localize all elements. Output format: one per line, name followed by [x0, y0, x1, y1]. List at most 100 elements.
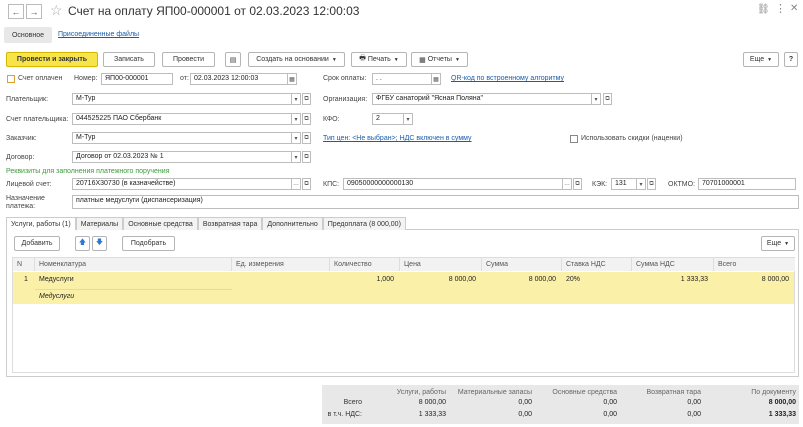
payer-account-open-button[interactable]: ⧉ [302, 113, 311, 125]
link-icon[interactable]: ⛓ [757, 4, 770, 15]
requisites-title: Реквизиты для заполнения платежного пору… [6, 168, 170, 175]
date-field[interactable]: 02.03.2023 12:00:03 [190, 73, 288, 85]
document-list-button[interactable]: ▤ [225, 52, 241, 67]
row-vat-sum[interactable]: 1 333,33 [632, 276, 708, 283]
row-vat-rate[interactable]: 20% [566, 276, 580, 283]
move-up-button[interactable]: 🡅 [75, 236, 90, 251]
col-vat-rate[interactable]: Ставка НДС [562, 258, 632, 271]
totals-total-document: 8 000,00 [768, 399, 796, 406]
payer-field[interactable]: М-Тур [72, 93, 292, 105]
customer-dropdown[interactable]: ▾ [292, 132, 301, 144]
discount-label: Использовать скидки (наценки) [581, 135, 683, 142]
price-type-link[interactable]: Тип цен: <Не выбран>; НДС включен в сумм… [323, 135, 472, 142]
row-number: 1 [24, 276, 28, 283]
reports-button[interactable]: ▦ Отчеты ▼ [411, 52, 468, 67]
col-unit[interactable]: Ед. измерения [232, 258, 330, 271]
table-more-button[interactable]: Еще ▼ [761, 236, 795, 251]
select-items-button[interactable]: Подобрать [122, 236, 175, 251]
print-button[interactable]: 🖶 Печать ▼ [351, 52, 407, 67]
row-quantity[interactable]: 1,000 [330, 276, 394, 283]
kek-field[interactable]: 131 [611, 178, 637, 190]
payer-account-field[interactable]: 044525225 ПАО Сбербанк [72, 113, 292, 125]
row-total[interactable]: 8 000,00 [714, 276, 789, 283]
col-nomenclature[interactable]: Номенклатура [35, 258, 232, 271]
post-button[interactable]: Провести [162, 52, 215, 67]
post-and-close-button[interactable]: Провести и закрыть [6, 52, 98, 67]
customer-field[interactable]: М-Тур [72, 132, 292, 144]
contract-field[interactable]: Договор от 02.03.2023 № 1 [72, 151, 292, 163]
chevron-down-icon: ▼ [331, 56, 337, 63]
qr-link[interactable]: QR-код по встроенному алгоритму [451, 75, 564, 82]
kps-open-button[interactable]: ⧉ [573, 178, 582, 190]
chevron-down-icon: ▼ [767, 56, 773, 63]
personal-account-label: Лицевой счет: [6, 181, 52, 188]
star-icon[interactable]: ☆ [50, 2, 63, 19]
chevron-down-icon: ▾ [406, 116, 410, 123]
arrow-down-icon: 🡇 [95, 239, 104, 246]
back-button[interactable]: ← [8, 4, 24, 19]
row-price[interactable]: 8 000,00 [400, 276, 476, 283]
close-icon[interactable]: ✕ [790, 3, 798, 14]
kps-select[interactable]: … [563, 178, 572, 190]
payer-open-button[interactable]: ⧉ [302, 93, 311, 105]
col-sum[interactable]: Сумма [482, 258, 562, 271]
kps-label: КПС: [323, 181, 340, 188]
contract-dropdown[interactable]: ▾ [292, 151, 301, 163]
due-calendar-button[interactable]: ▦ [432, 73, 441, 85]
create-based-on-button[interactable]: Создать на основании ▼ [248, 52, 345, 67]
payer-account-dropdown[interactable]: ▾ [292, 113, 301, 125]
discount-checkbox[interactable] [570, 135, 578, 143]
calendar-button[interactable]: ▦ [288, 73, 297, 85]
totals-header-document: По документу [751, 389, 796, 396]
totals-vat-label: в т.ч. НДС: [327, 411, 362, 418]
arrow-left-icon: ← [11, 6, 21, 17]
paid-checkbox[interactable] [7, 75, 15, 83]
row-sum[interactable]: 8 000,00 [482, 276, 556, 283]
org-field[interactable]: ФГБУ санаторий "Ясная Поляна" [372, 93, 592, 105]
row-nomenclature[interactable]: Медуслуги [39, 276, 74, 283]
contract-open-button[interactable]: ⧉ [302, 151, 311, 163]
org-dropdown[interactable]: ▾ [592, 93, 601, 105]
move-down-button[interactable]: 🡇 [92, 236, 107, 251]
chevron-down-icon: ▼ [454, 56, 460, 63]
totals-header-materials: Материальные запасы [457, 389, 532, 396]
personal-account-field[interactable]: 20716Х30730 (в казначействе) [72, 178, 292, 190]
col-quantity[interactable]: Количество [330, 258, 400, 271]
kek-label: КЭК: [592, 181, 608, 188]
col-price[interactable]: Цена [400, 258, 482, 271]
more-vertical-icon[interactable]: ⋮ [775, 2, 786, 15]
kek-open-button[interactable]: ⧉ [647, 178, 656, 190]
chevron-down-icon: ▾ [594, 96, 598, 103]
kps-field[interactable]: 09050000000000130 [343, 178, 563, 190]
add-row-button[interactable]: Добавить [14, 236, 60, 251]
tab-attached-files[interactable]: Присоединенные файлы [58, 31, 139, 38]
kfo-field[interactable]: 2 [372, 113, 404, 125]
personal-account-select[interactable]: … [292, 178, 301, 190]
more-button[interactable]: Еще ▼ [743, 52, 779, 67]
row-nomenclature-sub[interactable]: Медуслуги [39, 293, 74, 300]
due-date-field[interactable]: . . [372, 73, 432, 85]
col-vat-sum[interactable]: Сумма НДС [632, 258, 714, 271]
open-link-icon: ⧉ [304, 115, 309, 122]
chevron-down-icon: ▼ [784, 240, 790, 247]
purpose-label: Назначение платежа: [6, 195, 45, 210]
kfo-label: КФО: [323, 116, 340, 123]
col-n[interactable]: N [13, 258, 35, 271]
number-field[interactable]: ЯП00-000001 [101, 73, 173, 85]
tab-main[interactable]: Основное [4, 27, 52, 43]
totals-total-services: 8 000,00 [418, 399, 446, 406]
help-button[interactable]: ? [784, 52, 798, 67]
oktmo-field[interactable]: 70701000001 [698, 178, 796, 190]
forward-button[interactable]: → [26, 4, 42, 19]
org-open-button[interactable]: ⧉ [603, 93, 612, 105]
payer-dropdown[interactable]: ▾ [292, 93, 301, 105]
personal-account-open-button[interactable]: ⧉ [302, 178, 311, 190]
chevron-down-icon: ▾ [294, 116, 298, 123]
kfo-dropdown[interactable]: ▾ [404, 113, 413, 125]
purpose-field[interactable]: платные медуслуги (диспансеризация) [72, 195, 799, 209]
save-button[interactable]: Записать [103, 52, 155, 67]
col-total[interactable]: Всего [714, 258, 795, 271]
customer-open-button[interactable]: ⧉ [302, 132, 311, 144]
printer-icon: 🖶 [359, 55, 366, 62]
kek-dropdown[interactable]: ▾ [637, 178, 646, 190]
